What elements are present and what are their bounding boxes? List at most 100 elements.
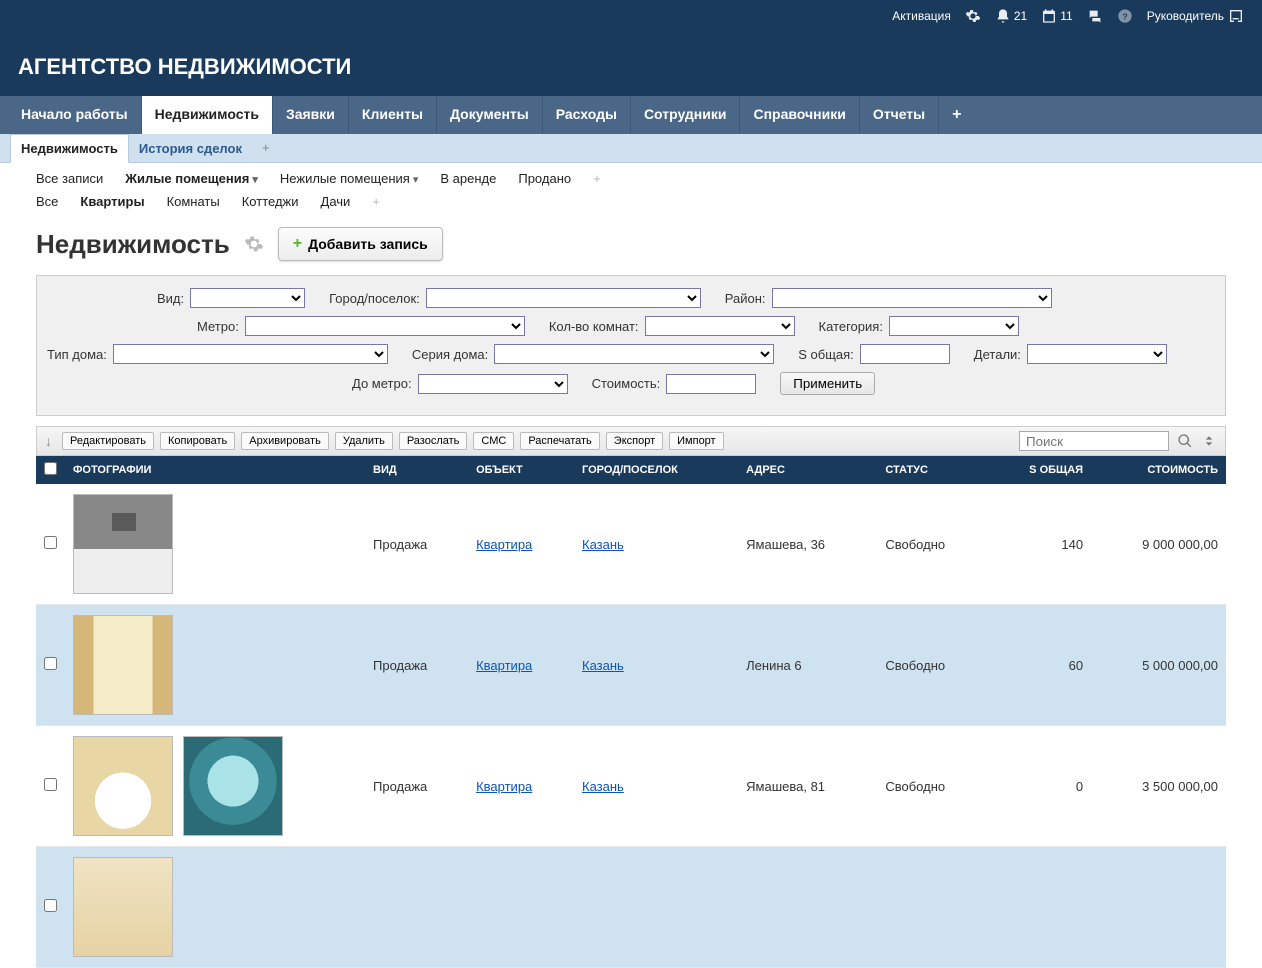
sub-nav: НедвижимостьИстория сделок+ bbox=[0, 134, 1262, 163]
city-link[interactable]: Казань bbox=[582, 537, 624, 552]
filter-row-2-item-4[interactable]: Дачи bbox=[321, 194, 351, 209]
category-select[interactable] bbox=[889, 316, 1019, 336]
toolbar-btn-4[interactable]: Разослать bbox=[399, 432, 468, 450]
photo-thumb[interactable] bbox=[73, 736, 173, 836]
nav-tab-4[interactable]: Документы bbox=[437, 96, 543, 134]
toolbar-btn-8[interactable]: Импорт bbox=[669, 432, 723, 450]
city-link[interactable]: Казань bbox=[582, 658, 624, 673]
chat-icon[interactable] bbox=[1087, 8, 1103, 24]
toolbar-btn-1[interactable]: Копировать bbox=[160, 432, 235, 450]
photo-thumb[interactable] bbox=[73, 615, 173, 715]
nav-tab-1[interactable]: Недвижимость bbox=[142, 96, 273, 134]
toolbar-btn-6[interactable]: Распечатать bbox=[520, 432, 599, 450]
details-select[interactable] bbox=[1027, 344, 1167, 364]
table-row bbox=[36, 847, 1226, 968]
select-all-checkbox[interactable] bbox=[44, 462, 57, 475]
grid-toolbar: ↓ Редактировать Копировать Архивировать Уда… bbox=[36, 426, 1226, 456]
main-nav: Начало работыНедвижимостьЗаявкиКлиентыДо… bbox=[0, 96, 1262, 134]
obj-link[interactable]: Квартира bbox=[476, 658, 532, 673]
select-arrow-icon[interactable]: ↓ bbox=[45, 433, 52, 449]
filter-row-1: Все записи Жилые помещения Нежилые помещен… bbox=[0, 163, 1262, 186]
toolbar-btn-0[interactable]: Редактировать bbox=[62, 432, 154, 450]
filter-row-2: Все Квартиры Комнаты Коттеджи Дачи + bbox=[0, 186, 1262, 209]
photo-thumb[interactable] bbox=[73, 494, 173, 594]
house-type-select[interactable] bbox=[113, 344, 388, 364]
toolbar-btn-2[interactable]: Архивировать bbox=[241, 432, 329, 450]
sort-icon[interactable] bbox=[1201, 433, 1217, 450]
nav-tab-8[interactable]: Отчеты bbox=[860, 96, 939, 134]
col-4[interactable]: ГОРОД/ПОСЕЛОК bbox=[574, 456, 738, 484]
table-row: ПродажаКвартираКазаньЛенина 6Свободно605… bbox=[36, 605, 1226, 726]
filter-row-2-item-2[interactable]: Комнаты bbox=[167, 194, 220, 209]
col-0[interactable] bbox=[36, 456, 65, 484]
col-3[interactable]: ОБЪЕКТ bbox=[468, 456, 574, 484]
calendar-icon[interactable]: 11 bbox=[1041, 8, 1072, 24]
rooms-select[interactable] bbox=[645, 316, 795, 336]
nav-tab-6[interactable]: Сотрудники bbox=[631, 96, 741, 134]
filter-row-2-add[interactable]: + bbox=[372, 194, 380, 209]
district-select[interactable] bbox=[772, 288, 1052, 308]
obj-link[interactable]: Квартира bbox=[476, 537, 532, 552]
photo-thumb[interactable] bbox=[183, 736, 283, 836]
city-link[interactable]: Казань bbox=[582, 779, 624, 794]
filter-row-1-item-0[interactable]: Все записи bbox=[36, 171, 103, 186]
subnav-tab-1[interactable]: История сделок bbox=[129, 134, 252, 162]
help-icon[interactable]: ? bbox=[1117, 8, 1133, 24]
nav-add-tab[interactable]: + bbox=[939, 96, 974, 134]
activation-link[interactable]: Активация bbox=[892, 9, 951, 23]
price-input[interactable] bbox=[666, 374, 756, 394]
photo-thumb[interactable] bbox=[73, 857, 173, 957]
col-6[interactable]: СТАТУС bbox=[877, 456, 988, 484]
add-record-button[interactable]: +Добавить запись bbox=[278, 227, 443, 261]
table-row: ПродажаКвартираКазаньЯмашева, 81Свободно… bbox=[36, 726, 1226, 847]
metro-select[interactable] bbox=[245, 316, 525, 336]
row-checkbox[interactable] bbox=[44, 657, 57, 670]
settings-icon[interactable] bbox=[965, 8, 981, 24]
page-settings-icon[interactable] bbox=[244, 234, 264, 254]
data-table: ФОТОГРАФИИВИДОБЪЕКТГОРОД/ПОСЕЛОКАДРЕССТА… bbox=[36, 456, 1226, 968]
city-select[interactable] bbox=[426, 288, 701, 308]
user-menu[interactable]: Руководитель bbox=[1147, 8, 1244, 24]
search-icon[interactable] bbox=[1177, 433, 1193, 450]
plus-icon: + bbox=[293, 235, 302, 253]
row-checkbox[interactable] bbox=[44, 536, 57, 549]
house-series-select[interactable] bbox=[494, 344, 774, 364]
nav-tab-7[interactable]: Справочники bbox=[740, 96, 859, 134]
filter-row-1-item-2[interactable]: Нежилые помещения bbox=[280, 171, 418, 186]
filter-row-2-item-0[interactable]: Все bbox=[36, 194, 58, 209]
col-7[interactable]: S ОБЩАЯ bbox=[989, 456, 1092, 484]
table-row: ПродажаКвартираКазаньЯмашева, 36Свободно… bbox=[36, 484, 1226, 605]
subnav-add[interactable]: + bbox=[252, 134, 280, 162]
brand-title: АГЕНТСТВО НЕДВИЖИМОСТИ bbox=[0, 32, 1262, 96]
filter-row-2-item-1[interactable]: Квартиры bbox=[80, 194, 144, 209]
nav-tab-5[interactable]: Расходы bbox=[543, 96, 631, 134]
s-total-input[interactable] bbox=[860, 344, 950, 364]
nav-tab-3[interactable]: Клиенты bbox=[349, 96, 437, 134]
filter-row-1-item-1[interactable]: Жилые помещения bbox=[125, 171, 258, 186]
col-5[interactable]: АДРЕС bbox=[738, 456, 877, 484]
filter-row-1-item-4[interactable]: Продано bbox=[518, 171, 571, 186]
nav-tab-2[interactable]: Заявки bbox=[273, 96, 349, 134]
row-checkbox[interactable] bbox=[44, 899, 57, 912]
bell-icon[interactable]: 21 bbox=[995, 8, 1027, 24]
grid-search-input[interactable] bbox=[1019, 431, 1169, 451]
col-1[interactable]: ФОТОГРАФИИ bbox=[65, 456, 365, 484]
col-8[interactable]: СТОИМОСТЬ bbox=[1091, 456, 1226, 484]
svg-text:?: ? bbox=[1122, 11, 1127, 21]
toolbar-btn-7[interactable]: Экспорт bbox=[606, 432, 663, 450]
filter-row-1-add[interactable]: + bbox=[593, 171, 601, 186]
toolbar-btn-5[interactable]: СМС bbox=[473, 432, 514, 450]
header-top-right: Активация 21 11 ? Руководитель bbox=[892, 8, 1244, 24]
toolbar-btn-3[interactable]: Удалить bbox=[335, 432, 393, 450]
page-title: Недвижимость bbox=[36, 229, 230, 260]
vid-select[interactable] bbox=[190, 288, 305, 308]
subnav-tab-0[interactable]: Недвижимость bbox=[10, 134, 129, 163]
filter-row-1-item-3[interactable]: В аренде bbox=[440, 171, 496, 186]
nav-tab-0[interactable]: Начало работы bbox=[8, 96, 142, 134]
to-metro-select[interactable] bbox=[418, 374, 568, 394]
obj-link[interactable]: Квартира bbox=[476, 779, 532, 794]
apply-button[interactable]: Применить bbox=[780, 372, 875, 395]
row-checkbox[interactable] bbox=[44, 778, 57, 791]
col-2[interactable]: ВИД bbox=[365, 456, 468, 484]
filter-row-2-item-3[interactable]: Коттеджи bbox=[242, 194, 299, 209]
